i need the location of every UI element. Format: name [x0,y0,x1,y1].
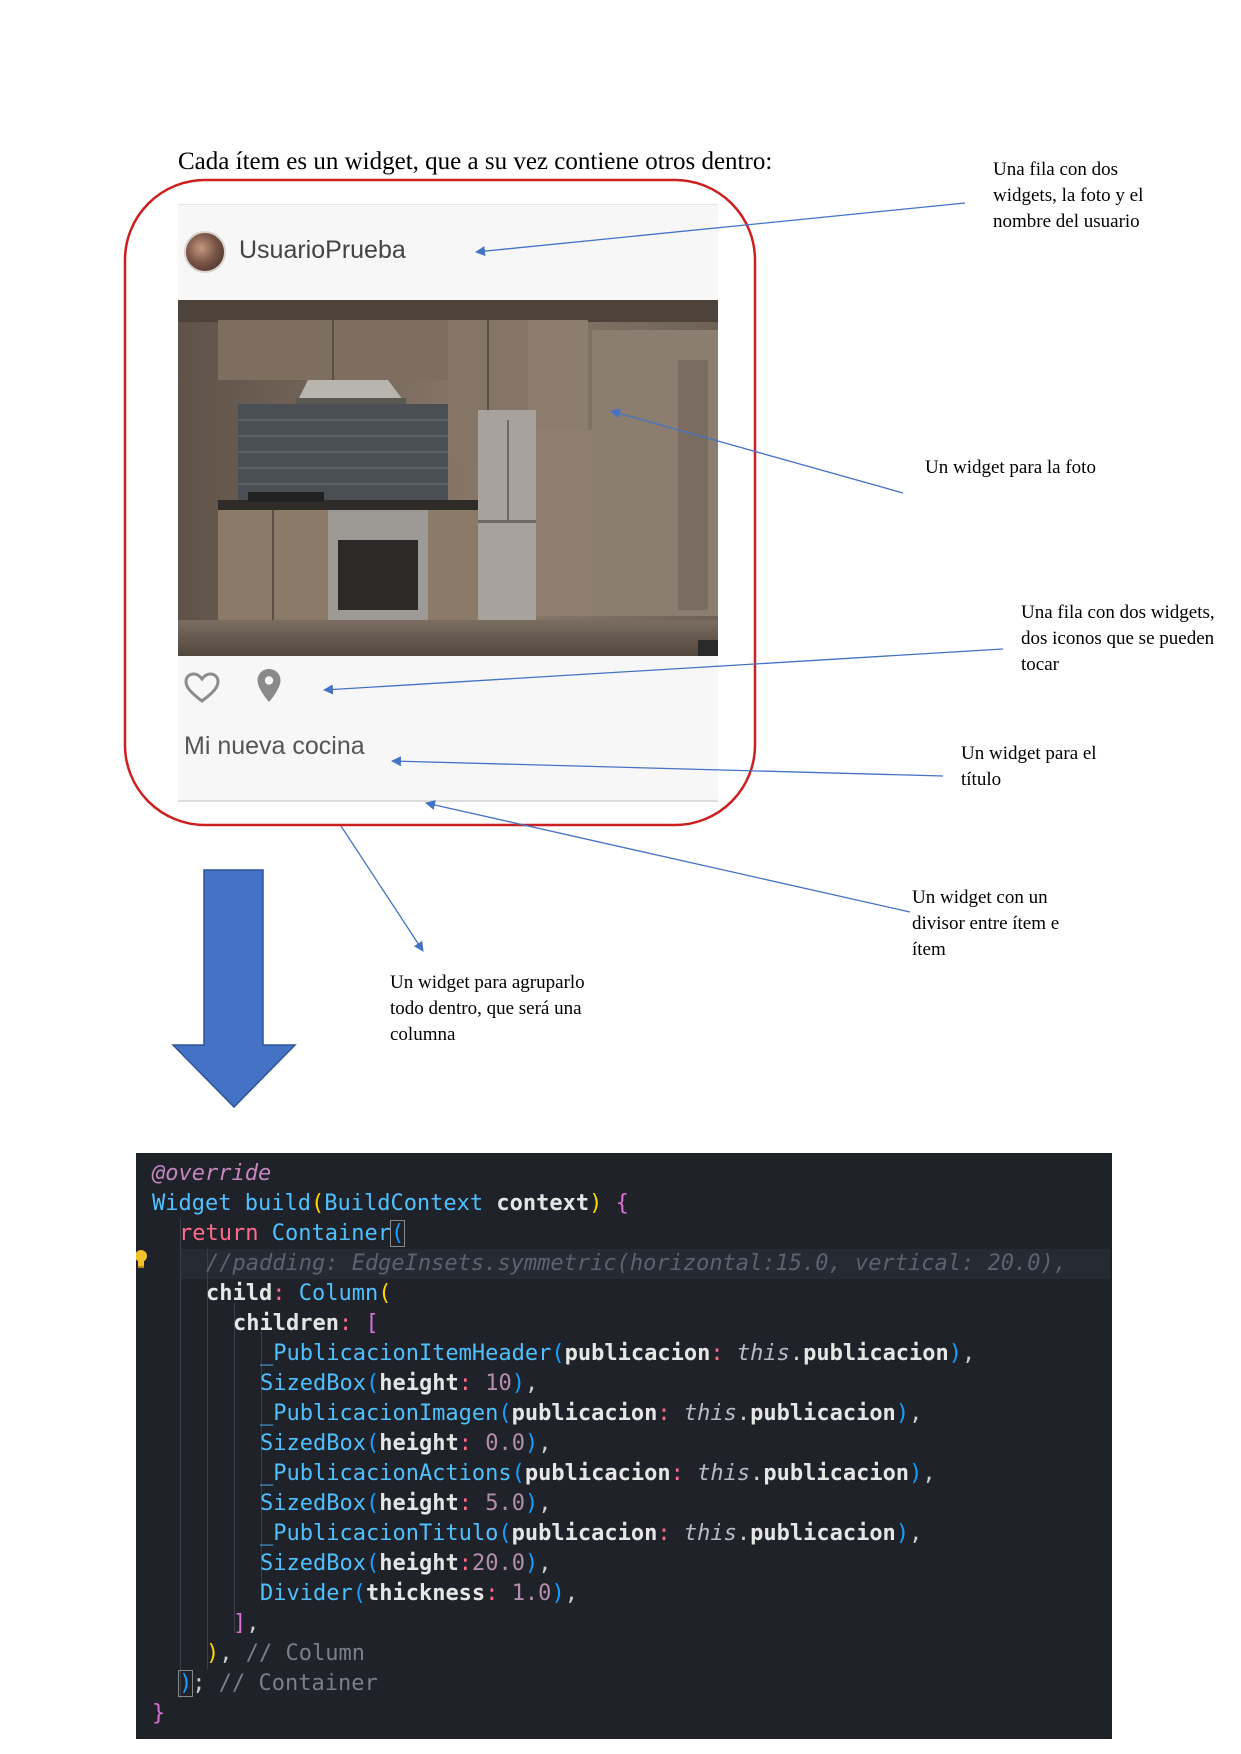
code-line: //padding: EdgeInsets.symmetric(horizont… [206,1251,1067,1276]
code-line: children: [ [233,1311,379,1336]
code-line: ], [233,1611,260,1636]
item-divider [178,800,718,802]
code-line: ); // Container [177,1670,378,1697]
post-title: Mi nueva cocina [184,732,365,760]
lightbulb-icon[interactable] [136,1249,148,1271]
code-block: @override Widget build(BuildContext cont… [136,1153,1112,1739]
arrow-divider [425,800,911,913]
code-line: Widget build(BuildContext context) { [152,1191,629,1216]
big-down-arrow [171,869,297,1109]
note-header-row: Una fila con dos widgets, la foto y el n… [993,159,1144,232]
note-divider: Un widget con un divisor entre ítem e ít… [912,887,1060,960]
code-line: SizedBox(height: 10), [260,1371,539,1396]
code-line: _PublicacionItemHeader(publicacion: this… [260,1341,976,1366]
location-pin-icon[interactable] [256,668,282,704]
code-line: _PublicacionActions(publicacion: this.pu… [260,1461,936,1486]
heart-icon[interactable] [184,672,220,704]
code-line: return Container( [179,1220,406,1247]
code-line: SizedBox(height: 5.0), [260,1491,552,1516]
code-line: _PublicacionImagen(publicacion: this.pub… [260,1401,923,1426]
note-photo: Un widget para la foto [925,457,1096,478]
code-line: Divider(thickness: 1.0), [260,1581,578,1606]
post-item-card: UsuarioPrueba Mi nueva cocina [178,204,718,802]
code-line: child: Column( [206,1281,392,1306]
post-photo [178,300,718,656]
code-line: SizedBox(height: 0.0), [260,1431,552,1456]
code-line: SizedBox(height:20.0), [260,1551,552,1576]
note-column: Un widget para agruparlo todo dentro, qu… [390,972,585,1045]
indent-guide [180,1219,181,1699]
avatar [184,231,226,273]
page-heading: Cada ítem es un widget, que a su vez con… [178,148,773,175]
note-title: Un widget para el título [961,743,1097,790]
code-line: _PublicacionTitulo(publicacion: this.pub… [260,1521,923,1546]
post-actions-row [178,656,718,716]
indent-guide [234,1303,235,1633]
indent-guide [207,1249,208,1669]
code-line: @override [152,1161,272,1186]
code-line: ), // Column [206,1641,365,1666]
post-header-row: UsuarioPrueba [178,204,718,301]
arrow-column [340,825,424,952]
code-line: } [152,1701,166,1726]
username-label: UsuarioPrueba [239,236,406,264]
note-actions-row: Una fila con dos widgets, dos iconos que… [1021,602,1215,675]
